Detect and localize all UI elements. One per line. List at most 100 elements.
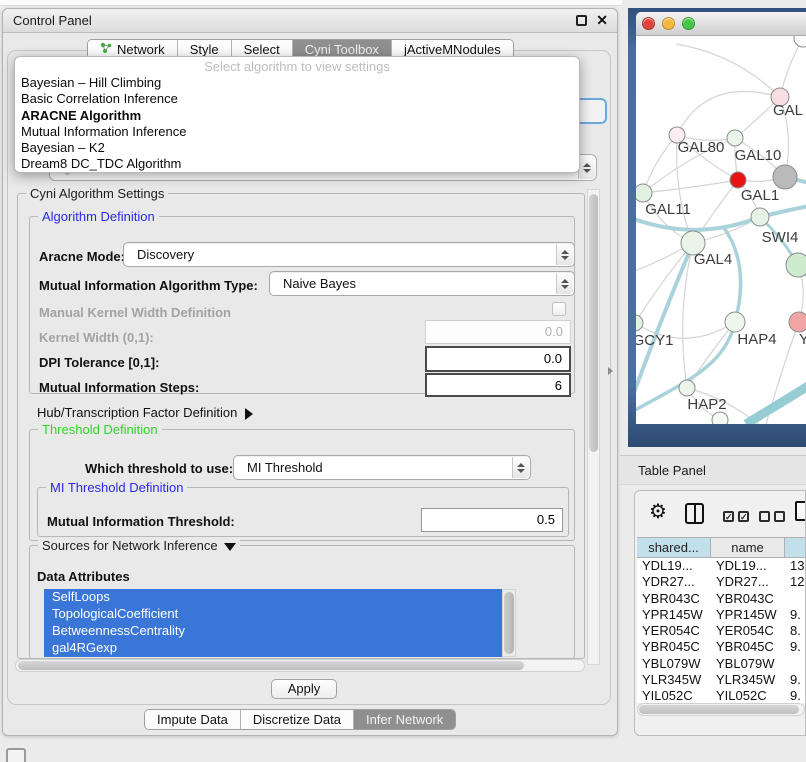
data-attributes-list[interactable]: SelfLoopsTopologicalCoefficientBetweenne… — [44, 589, 502, 657]
table-cell: YER054C — [711, 623, 785, 639]
table-cell: YDL19... — [711, 558, 785, 574]
attributes-list-scrollbar[interactable] — [502, 589, 516, 657]
table-cell: YLR345W — [637, 672, 711, 688]
network-node-GAL1[interactable] — [730, 172, 746, 188]
sources-group-title[interactable]: Sources for Network Inference — [38, 538, 240, 553]
scrollbar-thumb[interactable] — [639, 705, 799, 714]
table-row[interactable]: YPR145WYPR145W9. — [637, 607, 806, 623]
which-threshold-combo[interactable]: MI Threshold — [233, 455, 531, 480]
settings-horizontal-scrollbar[interactable] — [15, 659, 585, 672]
dpi-tolerance-label: DPI Tolerance [0,1]: — [39, 355, 159, 370]
table-row[interactable]: YDR27...YDR27...12 — [637, 574, 806, 590]
which-threshold-value: MI Threshold — [247, 460, 323, 475]
tab-infer-network[interactable]: Infer Network — [354, 710, 455, 729]
hub-definition-toggle[interactable]: Hub/Transcription Factor Definition — [37, 405, 253, 420]
network-node-HAP4[interactable] — [725, 312, 745, 332]
minimize-traffic-light-icon[interactable] — [662, 17, 675, 30]
aracne-mode-combo[interactable]: Discovery — [123, 242, 575, 267]
dropdown-item[interactable]: Dream8 DC_TDC Algorithm — [15, 156, 579, 172]
algorithm-definition-title: Algorithm Definition — [38, 209, 159, 224]
mi-threshold-field[interactable]: 0.5 — [421, 508, 563, 532]
network-node-GAL11[interactable] — [636, 184, 652, 202]
table-row[interactable]: YBR045CYBR045C9. — [637, 639, 806, 655]
scrollbar-thumb[interactable] — [18, 661, 524, 670]
table-row[interactable]: YDL19...YDL19...13 — [637, 558, 806, 574]
dropdown-item[interactable]: ARACNE Algorithm — [15, 108, 579, 124]
close-icon[interactable]: ✕ — [596, 12, 608, 29]
table-row[interactable]: YBL079WYBL079W — [637, 656, 806, 672]
table-cell: YBR043C — [711, 591, 785, 607]
dropdown-item[interactable]: Bayesian – Hill Climbing — [15, 75, 579, 91]
mi-steps-field[interactable]: 6 — [425, 373, 571, 397]
network-node-big-green[interactable] — [786, 253, 806, 277]
close-traffic-light-icon[interactable] — [642, 17, 655, 30]
network-node-small-bottom[interactable] — [712, 412, 728, 424]
column-header[interactable]: name — [711, 537, 785, 558]
scrollbar-thumb[interactable] — [504, 592, 514, 654]
maximize-traffic-light-icon[interactable] — [682, 17, 695, 30]
threshold-definition-title: Threshold Definition — [38, 422, 162, 437]
table-row[interactable]: YER054CYER054C8. — [637, 623, 806, 639]
checked-checkbox-icon[interactable]: ✓ — [738, 511, 749, 522]
gear-icon[interactable]: ⚙ — [649, 499, 667, 524]
scrollbar-thumb[interactable] — [589, 194, 598, 452]
network-edge[interactable] — [643, 135, 677, 193]
kernel-width-field[interactable]: 0.0 — [425, 320, 571, 344]
checked-checkbox-icon[interactable]: ✓ — [723, 511, 734, 522]
dpi-tolerance-field[interactable]: 0.0 — [425, 346, 571, 372]
network-edge[interactable] — [746, 378, 806, 424]
dropdown-item[interactable]: Basic Correlation Inference — [15, 91, 579, 107]
network-graph[interactable]: GALGAL80GAL10GAL1GAL11SWI4GAL4HAP4YGCY1H… — [636, 36, 806, 424]
network-node-SWI4[interactable] — [751, 208, 769, 226]
table-row[interactable]: YBR043CYBR043C — [637, 591, 806, 607]
chevron-updown-icon — [578, 156, 595, 179]
collapsed-arrow-icon — [245, 408, 253, 420]
table-cell: YIL052C — [637, 688, 711, 703]
network-node-GAL10[interactable] — [727, 130, 743, 146]
dropdown-item[interactable]: Mutual Information Inference — [15, 124, 579, 140]
attribute-list-item[interactable]: SelfLoops — [44, 589, 502, 606]
table-horizontal-scrollbar[interactable] — [637, 703, 805, 716]
columns-icon[interactable] — [685, 503, 704, 524]
table-cell: YDR27... — [711, 574, 785, 590]
table-row[interactable]: YLR345WYLR345W9. — [637, 672, 806, 688]
dock-panel-icon[interactable] — [6, 748, 26, 762]
network-node-corner-node[interactable] — [794, 36, 806, 47]
node-attribute-table[interactable]: shared...name YDL19...YDL19...13YDR27...… — [637, 537, 806, 703]
unchecked-checkbox-icon[interactable] — [759, 511, 770, 522]
table-cell: YBL079W — [637, 656, 711, 672]
float-window-icon[interactable] — [576, 15, 587, 26]
network-node-HAP2[interactable] — [679, 380, 695, 396]
dropdown-item[interactable]: Bayesian – K2 — [15, 140, 579, 156]
table-cell: 9. — [785, 607, 806, 623]
manual-kernel-width-checkbox[interactable] — [552, 302, 566, 316]
unchecked-checkbox-icon[interactable] — [774, 511, 785, 522]
mi-algorithm-type-combo[interactable]: Naive Bayes — [269, 271, 575, 296]
attribute-list-item[interactable]: BetweennessCentrality — [44, 623, 502, 640]
network-edge[interactable] — [677, 91, 780, 135]
tab-impute-data[interactable]: Impute Data — [145, 710, 241, 729]
network-canvas[interactable]: GALGAL80GAL10GAL1GAL11SWI4GAL4HAP4YGCY1H… — [636, 36, 806, 424]
settings-vertical-scrollbar[interactable] — [587, 189, 600, 665]
control-panel-window: Control Panel ✕ NetworkStyleSelectCyni T… — [2, 8, 618, 736]
function-document-icon[interactable] — [795, 501, 806, 521]
table-cell: YBR045C — [637, 639, 711, 655]
attribute-list-item[interactable]: TopologicalCoefficient — [44, 606, 502, 623]
table-cell — [785, 591, 806, 607]
column-header[interactable]: shared... — [637, 537, 711, 558]
attribute-list-item[interactable]: gal4RGexp — [44, 640, 502, 657]
tab-discretize-data[interactable]: Discretize Data — [241, 710, 354, 729]
table-row[interactable]: YIL052CYIL052C9. — [637, 688, 806, 703]
network-node-GCY1[interactable] — [636, 315, 643, 331]
application-window: Control Panel ✕ NetworkStyleSelectCyni T… — [0, 0, 806, 762]
apply-button[interactable]: Apply — [271, 679, 337, 699]
column-header[interactable] — [785, 537, 806, 558]
network-node-big-gray[interactable] — [773, 165, 797, 189]
cyni-algorithm-settings-title: Cyni Algorithm Settings — [26, 186, 168, 201]
network-edge[interactable] — [676, 44, 780, 97]
algorithm-dropdown-popup: Select algorithm to view settings Bayesi… — [14, 56, 580, 173]
table-cell: 9. — [785, 672, 806, 688]
network-node-salmon-node[interactable] — [789, 312, 806, 332]
tab-label: Cyni Toolbox — [305, 42, 379, 57]
splitpane-resize-handle[interactable] — [608, 367, 613, 375]
